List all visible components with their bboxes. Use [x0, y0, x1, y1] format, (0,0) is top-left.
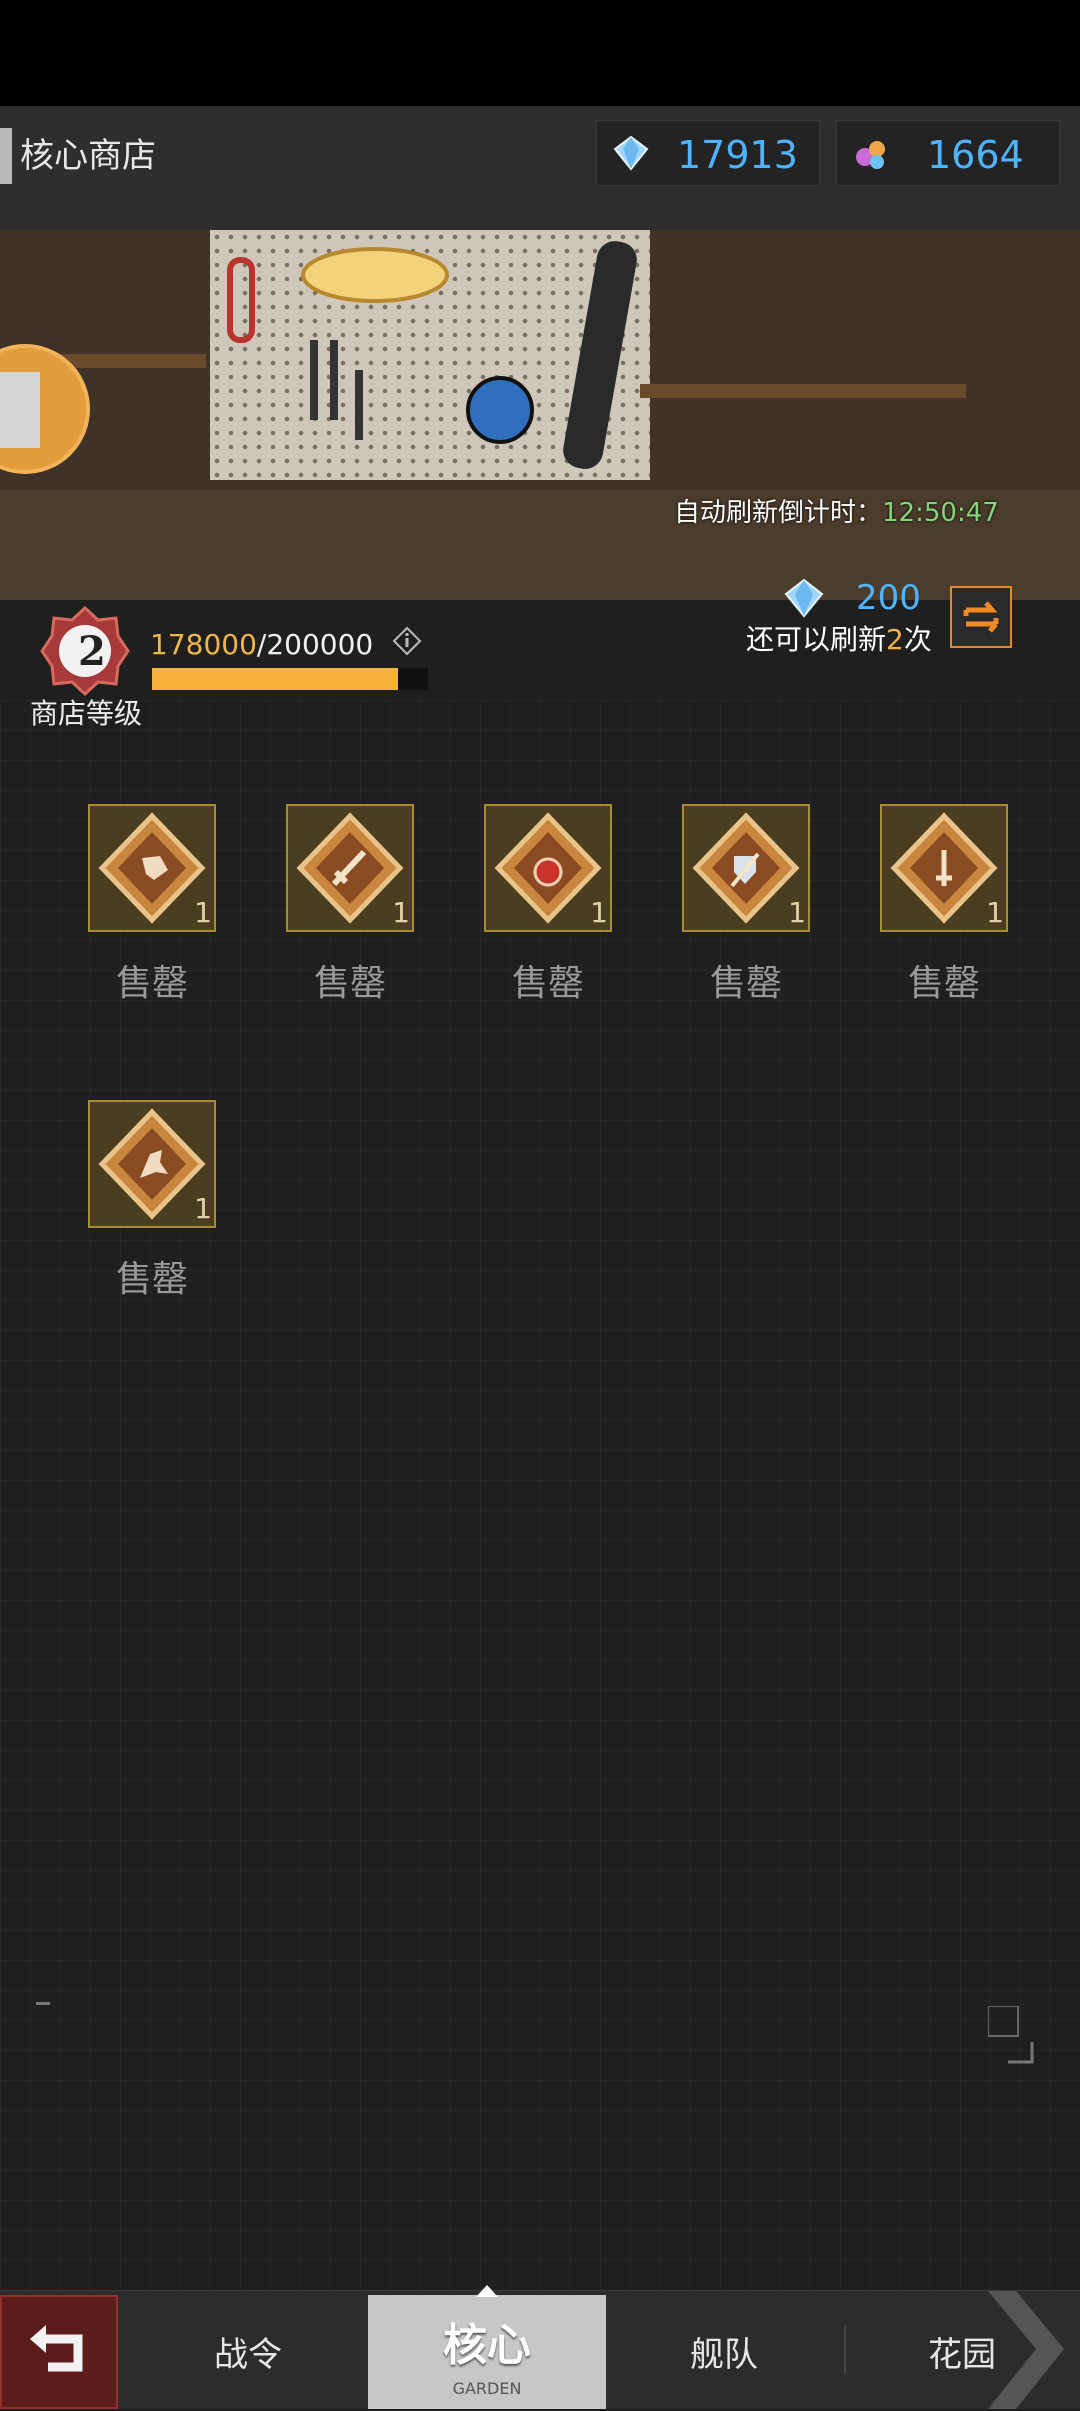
side-decoration-right	[988, 2006, 1034, 2064]
refresh-button[interactable]	[950, 586, 1012, 648]
diamond-count: 17913	[677, 133, 798, 177]
bottom-nav: 战令 核心 GARDEN 舰队 花园	[0, 2285, 1080, 2409]
next-chevron-icon[interactable]	[986, 2291, 1080, 2409]
tab-battle-pass[interactable]: 战令	[214, 2327, 282, 2376]
shop-exp-bar-fill	[152, 668, 398, 690]
diamond-icon	[613, 135, 649, 171]
shop-item-6[interactable]: 1 售罄	[88, 1100, 216, 1300]
auto-refresh-time: 12:50:47	[882, 498, 999, 528]
refresh-remaining: 还可以刷新2次	[746, 618, 932, 658]
item-quantity: 1	[194, 1192, 212, 1225]
shop-level-label: 商店等级	[30, 697, 143, 730]
page-title: 核心商店	[20, 136, 156, 176]
shop-item-3[interactable]: 1 售罄	[484, 804, 612, 1004]
tab-core-label: 核心	[443, 2320, 531, 2371]
currency-gems[interactable]: 1664	[836, 120, 1060, 186]
shop-item-1[interactable]: 1 售罄	[88, 804, 216, 1004]
shop-item-4[interactable]: 1 售罄	[682, 804, 810, 1004]
tab-core[interactable]: 核心 GARDEN	[368, 2285, 606, 2409]
shopkeeper-figure	[0, 372, 40, 448]
shop-banner: 自动刷新倒计时：12:50:47	[0, 230, 1080, 600]
item-sold-out-label: 售罄	[709, 963, 782, 1004]
gem-cluster-icon	[856, 141, 885, 169]
item-sold-out-label: 售罄	[907, 963, 980, 1004]
active-tab-indicator	[476, 2285, 498, 2297]
back-arrow-icon	[30, 2325, 83, 2372]
exp-max: 200000	[266, 628, 374, 661]
top-bar: 核心商店 17913 1664	[0, 106, 1080, 230]
tab-core-sublabel: GARDEN	[452, 2379, 522, 2398]
shop-item-5[interactable]: 1 售罄	[880, 804, 1008, 1004]
currency-diamonds[interactable]: 17913	[596, 120, 820, 186]
shop-item-2[interactable]: 1 售罄	[286, 804, 414, 1004]
title-marker	[0, 128, 12, 184]
refresh-cost-diamond-icon	[784, 578, 824, 618]
auto-refresh-label: 自动刷新倒计时：	[674, 498, 883, 528]
item-quantity: 1	[392, 896, 410, 929]
item-sold-out-label: 售罄	[313, 963, 386, 1004]
tools-illustration	[227, 241, 637, 469]
item-sold-out-label: 售罄	[115, 1259, 188, 1300]
shop-exp-text: 178000/200000	[150, 628, 373, 661]
refresh-remaining-count: 2	[886, 623, 904, 656]
item-sold-out-label: 售罄	[115, 963, 188, 1004]
exp-current: 178000	[150, 628, 257, 661]
pegboard-illustration	[210, 230, 650, 480]
item-quantity: 1	[194, 896, 212, 929]
tab-fleet[interactable]: 舰队	[690, 2327, 758, 2376]
item-quantity: 1	[590, 896, 608, 929]
item-quantity: 1	[788, 896, 806, 929]
auto-refresh-timer: 自动刷新倒计时：12:50:47	[674, 492, 999, 529]
side-decoration-left	[36, 2002, 50, 2035]
refresh-remaining-suffix: 次	[903, 623, 932, 656]
info-icon[interactable]	[392, 626, 422, 656]
refresh-cost-value: 200	[856, 578, 921, 618]
refresh-arrows-icon	[963, 601, 999, 633]
back-button[interactable]	[0, 2295, 118, 2409]
exp-separator: /	[256, 628, 267, 661]
item-quantity: 1	[986, 896, 1004, 929]
shop-exp-bar	[152, 668, 428, 690]
gem-count: 1664	[927, 133, 1024, 177]
right-shelf	[640, 384, 966, 398]
refresh-remaining-prefix: 还可以刷新	[746, 623, 887, 656]
tab-divider	[844, 2325, 846, 2375]
status-bar	[0, 0, 1080, 106]
shop-level-number: 2	[78, 628, 106, 675]
item-sold-out-label: 售罄	[511, 963, 584, 1004]
